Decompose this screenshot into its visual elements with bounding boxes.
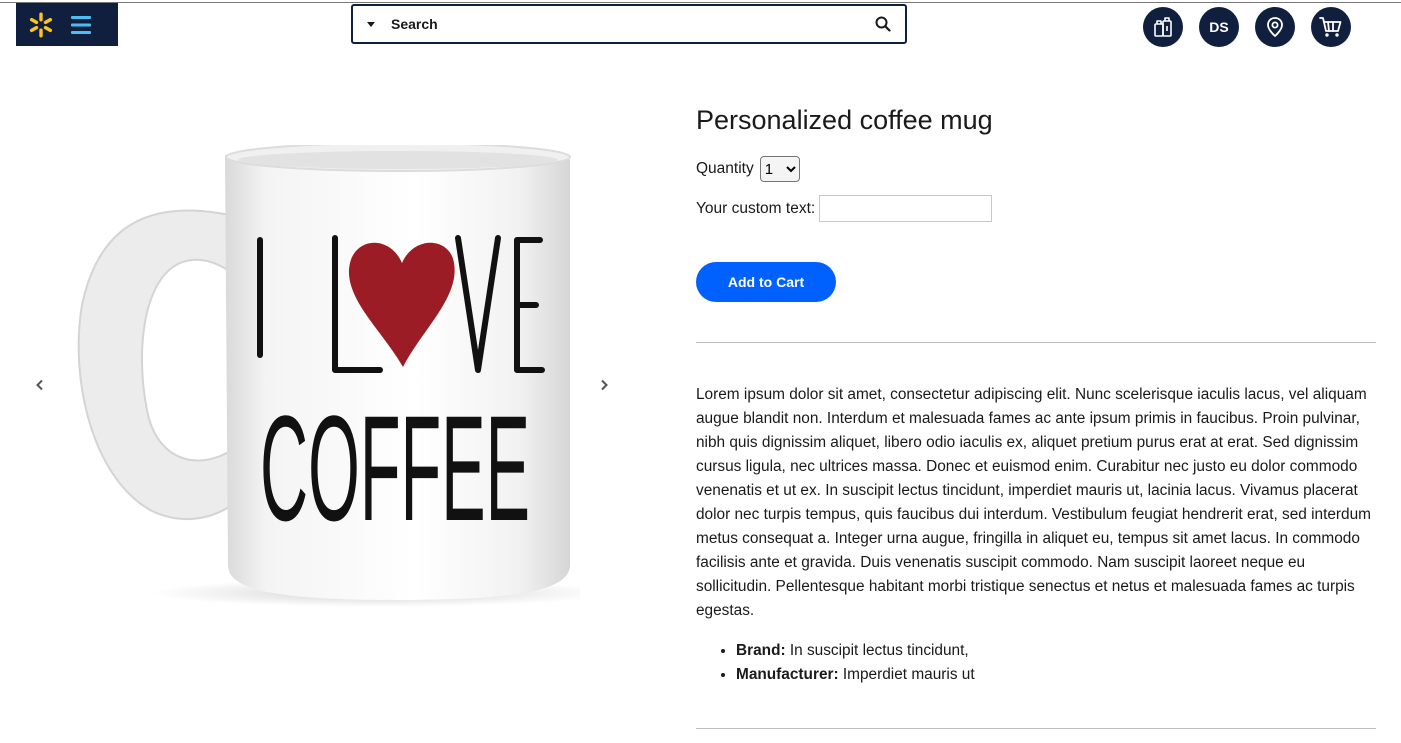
account-button[interactable]: DS <box>1199 7 1239 47</box>
cart-icon <box>1319 17 1342 37</box>
carousel-prev-button[interactable] <box>33 377 47 393</box>
quantity-label: Quantity <box>696 160 754 177</box>
svg-text:COFFEE: COFFEE <box>260 384 530 552</box>
product-image-carousel: COFFEE <box>20 80 620 690</box>
store-location-button[interactable] <box>1255 7 1295 47</box>
search-input[interactable] <box>389 8 873 40</box>
cart-button[interactable] <box>1311 7 1351 47</box>
department-dropdown-icon[interactable] <box>367 21 375 27</box>
product-description: Lorem ipsum dolor sit amet, consectetur … <box>696 386 1371 619</box>
product-image: COFFEE <box>60 145 580 615</box>
carousel-next-button[interactable] <box>597 377 611 393</box>
divider <box>696 342 1376 343</box>
reorder-button[interactable] <box>1143 7 1183 47</box>
product-details: Personalized coffee mug Quantity 1 Your … <box>696 100 1376 687</box>
spec-value: In suscipit lectus tincidunt, <box>785 642 969 659</box>
product-title: Personalized coffee mug <box>696 105 993 135</box>
spec-label: Manufacturer: <box>736 666 839 683</box>
spec-value: Imperdiet mauris ut <box>838 666 975 683</box>
chevron-right-icon <box>601 379 608 391</box>
spark-logo-icon[interactable] <box>28 12 54 38</box>
menu-icon[interactable] <box>71 15 91 35</box>
add-to-cart-button[interactable]: Add to Cart <box>696 262 836 302</box>
account-initials: DS <box>1209 19 1229 35</box>
divider-bottom <box>696 728 1376 729</box>
reorder-icon <box>1154 17 1172 37</box>
top-border <box>0 2 1401 3</box>
custom-text-input[interactable] <box>819 195 993 222</box>
quantity-select[interactable]: 1 <box>759 156 800 182</box>
spec-brand: Brand: In suscipit lectus tincidunt, <box>736 639 1376 663</box>
search-button[interactable] <box>873 14 893 34</box>
header-actions: DS <box>1143 7 1351 47</box>
header-logo-bar <box>16 3 118 46</box>
custom-text-row: Your custom text: <box>696 195 1376 222</box>
search-bar <box>351 4 907 44</box>
coffee-mug-image: COFFEE <box>77 145 580 607</box>
search-icon <box>875 16 891 32</box>
spec-label: Brand: <box>736 642 786 659</box>
chevron-left-icon <box>36 379 43 391</box>
product-specs-list: Brand: In suscipit lectus tincidunt, Man… <box>696 639 1376 687</box>
custom-text-label: Your custom text: <box>696 199 816 217</box>
spec-manufacturer: Manufacturer: Imperdiet mauris ut <box>736 663 1376 687</box>
location-pin-icon <box>1267 17 1283 38</box>
quantity-row: Quantity 1 <box>696 156 1376 182</box>
